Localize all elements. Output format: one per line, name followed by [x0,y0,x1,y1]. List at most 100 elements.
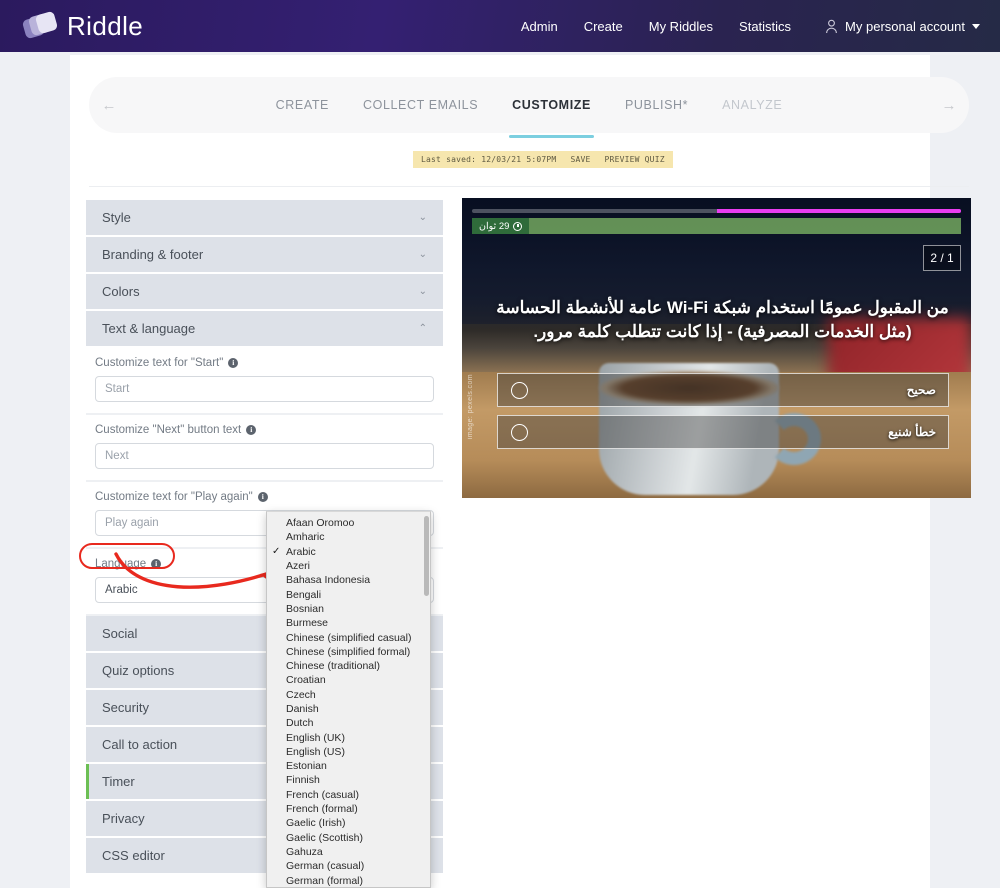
preview-background-photo [462,198,971,498]
brand-name: Riddle [67,10,144,41]
language-option-label: Croatian [286,674,326,687]
tab-customize[interactable]: CUSTOMIZE [509,98,594,138]
next-step-arrow-icon[interactable]: → [929,97,969,114]
tab-collect-emails[interactable]: COLLECT EMAILS [363,98,478,112]
language-select-value: Arabic [105,584,138,596]
language-option[interactable]: English (US) [267,745,430,759]
preview-answer-option[interactable]: خطأ شنيع [497,415,949,449]
nav-item-create[interactable]: Create [584,19,623,34]
language-option[interactable]: Azeri [267,559,430,573]
language-option[interactable]: Chinese (simplified casual) [267,630,430,644]
accordion-label: Branding & footer [102,247,204,262]
language-option-label: French (formal) [286,803,358,816]
language-option[interactable]: Gahuza [267,845,430,859]
chevron-up-icon: ⌃ [418,323,427,334]
accordion-label: Security [102,700,149,715]
language-option-label: Czech [286,688,316,701]
info-icon[interactable]: i [228,358,239,368]
field-group-next-text: Customize "Next" button text i [86,415,443,482]
account-menu[interactable]: My personal account [825,19,980,34]
last-saved-text: Last saved: 12/03/21 5:07PM [421,155,557,164]
info-icon[interactable]: i [246,425,257,435]
tab-analyze[interactable]: ANALYZE [722,98,782,112]
language-option-label: Burmese [286,617,329,630]
language-option-label: Azeri [286,560,310,573]
language-option-label: German (casual) [286,860,365,873]
save-button[interactable]: SAVE [570,155,590,164]
quiz-preview-panel: 29 ثوان 1 / 2 من المقبول عمومًا استخدام … [462,198,971,498]
language-option[interactable]: Afaan Oromoo [267,516,430,530]
chevron-down-icon: ⌄ [418,249,427,260]
info-icon[interactable]: i [257,492,268,502]
language-option[interactable]: Bengali [267,587,430,601]
language-option-label: Gahuza [286,845,323,858]
language-option[interactable]: Croatian [267,673,430,687]
previous-step-arrow-icon[interactable]: ← [89,97,129,114]
nav-item-statistics[interactable]: Statistics [739,19,791,34]
account-name: My personal account [845,18,965,34]
save-status-bar: Last saved: 12/03/21 5:07PM SAVE PREVIEW… [413,151,673,168]
accordion-label: Style [102,210,131,225]
tab-create[interactable]: CREATE [276,98,329,112]
preview-progress-bar [472,209,961,213]
primary-nav: Admin Create My Riddles Statistics My pe… [521,19,980,34]
language-option-label: French (casual) [286,788,359,801]
language-option-label: Estonian [286,760,327,773]
language-option[interactable]: French (casual) [267,788,430,802]
wizard-step-bar: ← CREATE COLLECT EMAILS CUSTOMIZE PUBLIS… [89,77,969,138]
language-option-label: Dutch [286,717,314,730]
language-option[interactable]: German (casual) [267,859,430,873]
preview-question-text: من المقبول عمومًا استخدام شبكة Wi-Fi عام… [496,298,949,342]
language-option-label: Bengali [286,588,322,601]
language-option[interactable]: German (formal) [267,873,430,887]
start-text-input[interactable] [95,376,434,402]
tab-publish[interactable]: PUBLISH* [625,98,688,112]
accordion-label: Call to action [102,737,178,752]
nav-item-admin[interactable]: Admin [521,19,558,34]
info-icon[interactable]: i [151,559,162,569]
next-button-text-input[interactable] [95,443,434,469]
language-option[interactable]: Czech [267,688,430,702]
language-option-label: English (UK) [286,731,345,744]
preview-quiz-button[interactable]: PREVIEW QUIZ [605,155,665,164]
language-option[interactable]: Estonian [267,759,430,773]
language-option[interactable]: Bahasa Indonesia [267,573,430,587]
language-option[interactable]: Chinese (simplified formal) [267,645,430,659]
language-option[interactable]: Burmese [267,616,430,630]
language-option[interactable]: Gaelic (Scottish) [267,831,430,845]
language-dropdown-menu[interactable]: Afaan Oromoo Amharic ✓ Arabic Azeri Bahasa In… [266,511,431,888]
language-option[interactable]: Gaelic (Irish) [267,816,430,830]
language-option-label: Bosnian [286,602,324,615]
language-option[interactable]: ✓ Arabic [267,545,430,559]
accordion-label: Colors [102,284,140,299]
language-option[interactable]: Finnish [267,773,430,787]
preview-answer-option[interactable]: صحيح [497,373,949,407]
accordion-label: Quiz options [102,663,175,678]
accordion-section-style[interactable]: Style ⌄ [86,200,443,237]
radio-button-icon[interactable] [511,423,528,441]
nav-item-my-riddles[interactable]: My Riddles [649,19,713,34]
language-option[interactable]: French (formal) [267,802,430,816]
timer-badge-label: 29 ثوان [479,220,510,232]
accordion-section-branding-footer[interactable]: Branding & footer ⌄ [86,237,443,274]
chevron-down-icon [972,23,980,29]
language-option[interactable]: Amharic [267,530,430,544]
language-option-label: Bahasa Indonesia [286,574,371,587]
accordion-section-text-language[interactable]: Text & language ⌃ [86,311,443,348]
language-option-label: German (formal) [286,874,364,887]
language-option[interactable]: English (UK) [267,730,430,744]
dropdown-scrollbar[interactable] [424,516,429,596]
answer-label: صحيح [906,383,936,397]
accordion-section-colors[interactable]: Colors ⌄ [86,274,443,311]
language-option[interactable]: Bosnian [267,602,430,616]
radio-button-icon[interactable] [511,381,528,399]
language-option[interactable]: Chinese (traditional) [267,659,430,673]
answer-label: خطأ شنيع [888,425,936,439]
language-option[interactable]: Danish [267,702,430,716]
preview-timer-bar: 29 ثوان [472,218,961,234]
language-option-label: Afaan Oromoo [286,517,355,530]
label-start-text: Customize text for "Start" i [95,357,434,369]
language-option[interactable]: Dutch [267,716,430,730]
question-counter-badge: 1 / 2 [923,245,961,271]
brand-logo[interactable]: Riddle [21,10,144,42]
